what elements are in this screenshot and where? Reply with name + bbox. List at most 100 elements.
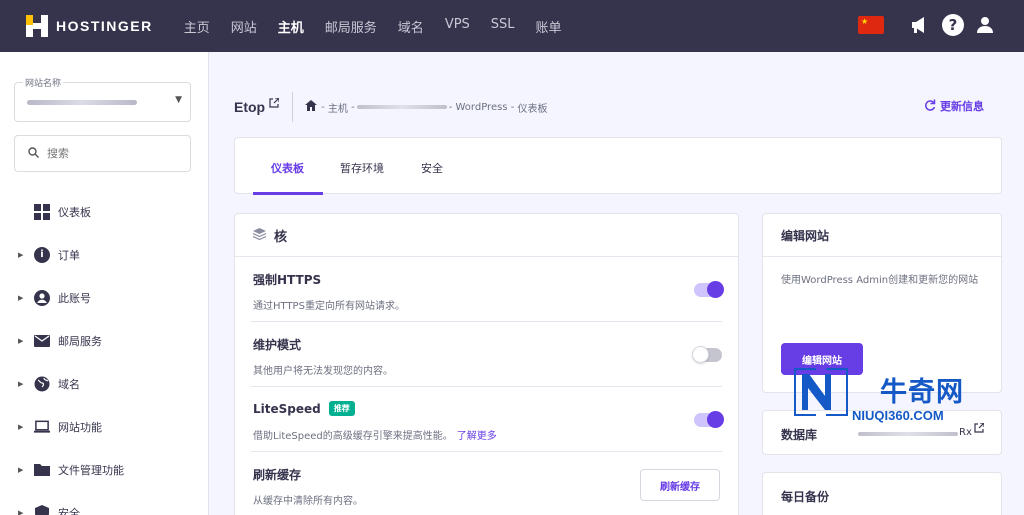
hostinger-logo-icon <box>26 15 48 37</box>
nav-ssl[interactable]: SSL <box>491 17 515 36</box>
nav-billing[interactable]: 账单 <box>536 17 562 36</box>
core-settings-card: 核 强制HTTPS 通过HTTPS重定向所有网站请求。 维护模式 其他用户将无法… <box>234 213 739 515</box>
sidebar: 网站名称 ▼ 仪表板 ▶ i 订单 ▶ 此账号 ▶ <box>0 52 209 515</box>
sidebar-item-orders[interactable]: ▶ i 订单 <box>0 233 209 276</box>
core-card-header: 核 <box>235 214 738 257</box>
nav-email[interactable]: 邮局服务 <box>325 17 377 36</box>
tab-security[interactable]: 安全 <box>421 160 443 176</box>
breadcrumb-separator: - <box>321 101 325 113</box>
chevron-right-icon: ▶ <box>18 508 24 515</box>
breadcrumb-separator: - <box>448 101 453 113</box>
site-name-label: 网站名称 <box>23 76 64 89</box>
breadcrumb-separator: - <box>351 101 355 113</box>
chevron-down-icon: ▼ <box>175 95 182 105</box>
sidebar-item-label: 文件管理功能 <box>58 463 124 477</box>
blurred-domain <box>356 105 447 109</box>
watermark-text-en: NIUQI360.COM <box>852 408 944 423</box>
watermark-text-cn: 牛奇网 <box>880 377 964 408</box>
setting-description: 其他用户将无法发现您的内容。 <box>253 366 393 377</box>
search-input[interactable] <box>47 147 167 160</box>
setting-row-maintenance: 维护模式 其他用户将无法发现您的内容。 <box>251 322 722 387</box>
setting-row-flush-cache: 刷新缓存 从缓存中清除所有内容。 刷新缓存 <box>251 452 722 515</box>
hostinger-logo[interactable]: HOSTINGER <box>26 15 153 37</box>
setting-row-litespeed: LiteSpeed 推荐 借助LiteSpeed的高级缓存引擎来提高性能。 了解更… <box>251 387 724 452</box>
home-icon[interactable] <box>305 100 318 114</box>
sidebar-item-dashboard[interactable]: 仪表板 <box>0 190 209 233</box>
maintenance-mode-toggle[interactable] <box>692 346 722 363</box>
setting-title: LiteSpeed <box>253 401 321 416</box>
nav-vps[interactable]: VPS <box>445 17 470 36</box>
edit-website-title: 编辑网站 <box>763 214 1001 257</box>
breadcrumb-wordpress[interactable]: WordPress <box>456 102 508 113</box>
china-flag-icon[interactable] <box>858 16 884 34</box>
tabs-card: 仪表板 暂存环境 安全 <box>234 137 1002 195</box>
sidebar-menu: 仪表板 ▶ i 订单 ▶ 此账号 ▶ 邮局服务 ▶ 域名 ▶ 网站功能 ▶ 文件… <box>0 190 209 515</box>
recommended-badge: 推荐 <box>328 401 355 416</box>
sidebar-item-website-features[interactable]: ▶ 网站功能 <box>0 405 209 448</box>
shield-icon <box>34 504 50 515</box>
chevron-right-icon: ▶ <box>18 422 24 431</box>
daily-backup-card: 每日备份 <box>762 472 1002 515</box>
breadcrumb: - 主机 - - WordPress - 仪表板 <box>305 100 548 115</box>
chevron-right-icon: ▶ <box>18 379 24 388</box>
setting-row-force-https: 强制HTTPS 通过HTTPS重定向所有网站请求。 <box>251 257 724 322</box>
info-icon: i <box>34 246 50 263</box>
refresh-icon <box>924 99 936 114</box>
learn-more-link[interactable]: 了解更多 <box>457 431 497 442</box>
watermark-logo-icon <box>790 364 852 420</box>
laptop-icon <box>34 419 50 435</box>
nav-websites[interactable]: 网站 <box>231 17 257 36</box>
litespeed-toggle[interactable] <box>694 411 724 428</box>
sidebar-item-email[interactable]: ▶ 邮局服务 <box>0 319 209 362</box>
refresh-info-button[interactable]: 更新信息 <box>924 98 984 114</box>
sidebar-item-label: 域名 <box>58 377 80 391</box>
tab-staging[interactable]: 暂存环境 <box>340 160 384 176</box>
core-card-title: 核 <box>274 229 288 245</box>
setting-title: 强制HTTPS <box>253 273 322 287</box>
brand-name: HOSTINGER <box>56 18 153 34</box>
chevron-right-icon: ▶ <box>18 336 24 345</box>
sidebar-item-label: 网站功能 <box>58 420 102 434</box>
sidebar-search[interactable] <box>14 135 191 172</box>
tab-dashboard[interactable]: 仪表板 <box>271 160 304 176</box>
breadcrumb-separator: - <box>510 101 515 113</box>
account-icon <box>34 289 50 306</box>
chevron-right-icon: ▶ <box>18 465 24 474</box>
sidebar-item-domains[interactable]: ▶ 域名 <box>0 362 209 405</box>
sidebar-item-label: 邮局服务 <box>58 334 102 348</box>
help-icon[interactable]: ? <box>942 14 964 36</box>
sidebar-item-file-management[interactable]: ▶ 文件管理功能 <box>0 448 209 491</box>
setting-description: 通过HTTPS重定向所有网站请求。 <box>253 301 405 312</box>
setting-description: 从缓存中清除所有内容。 <box>253 496 363 507</box>
folder-icon <box>34 462 50 478</box>
setting-title: 维护模式 <box>253 338 302 352</box>
globe-icon <box>34 376 50 392</box>
search-icon <box>28 146 39 161</box>
setting-description: 借助LiteSpeed的高级缓存引擎来提高性能。 <box>253 431 453 442</box>
nav-home[interactable]: 主页 <box>184 17 210 36</box>
sidebar-item-account[interactable]: ▶ 此账号 <box>0 276 209 319</box>
mail-icon <box>34 333 50 349</box>
header-divider <box>292 92 294 122</box>
flush-cache-button[interactable]: 刷新缓存 <box>640 469 720 501</box>
force-https-toggle[interactable] <box>694 281 724 298</box>
layers-icon <box>252 227 267 243</box>
dashboard-icon <box>34 203 50 220</box>
active-tab-indicator <box>253 192 323 195</box>
user-icon[interactable] <box>976 16 994 34</box>
sidebar-item-label: 此账号 <box>58 291 91 305</box>
top-navigation-bar: HOSTINGER 主页 网站 主机 邮局服务 域名 VPS SSL 账单 ? <box>0 0 1024 52</box>
setting-title: 刷新缓存 <box>253 468 302 482</box>
site-name-select[interactable]: 网站名称 ▼ <box>14 76 191 122</box>
external-link-icon[interactable] <box>269 96 280 111</box>
breadcrumb-hosting[interactable]: 主机 <box>328 100 348 115</box>
nav-domains[interactable]: 域名 <box>398 17 424 36</box>
breadcrumb-dashboard: 仪表板 <box>517 103 548 115</box>
page-header: Etop - 主机 - - WordPress - 仪表板 <box>234 92 548 122</box>
refresh-label: 更新信息 <box>940 100 984 113</box>
chevron-right-icon: ▶ <box>18 293 24 302</box>
sidebar-item-security[interactable]: ▶ 安全 <box>0 491 209 515</box>
page-title: Etop <box>234 99 266 115</box>
megaphone-icon[interactable] <box>910 16 930 34</box>
nav-hosting[interactable]: 主机 <box>278 17 304 36</box>
